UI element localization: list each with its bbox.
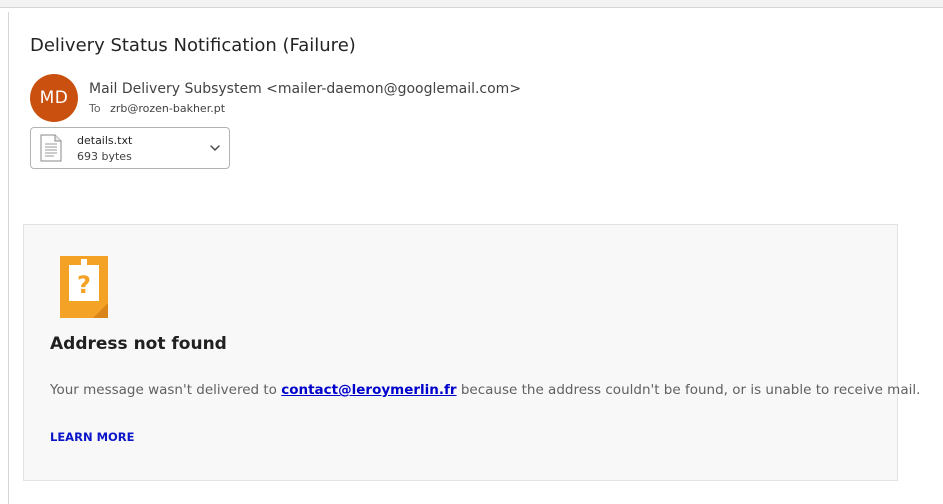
attachment-card[interactable]: details.txt 693 bytes [30, 127, 230, 169]
bounce-heading: Address not found [50, 334, 227, 354]
message-suffix: because the address couldn't be found, o… [456, 382, 921, 398]
text-file-icon [40, 134, 62, 162]
failed-address-link[interactable]: contact@leroymerlin.fr [281, 382, 456, 398]
recipient-address[interactable]: zrb@rozen-bakher.pt [110, 102, 225, 115]
message-prefix: Your message wasn't delivered to [50, 382, 282, 398]
top-toolbar-edge [0, 0, 943, 8]
sender-name[interactable]: Mail Delivery Subsystem <mailer-daemon@g… [89, 81, 521, 97]
chevron-down-icon[interactable] [209, 142, 221, 154]
question-warning-icon: ? [60, 256, 108, 318]
recipient-line: To zrb@rozen-bakher.pt [89, 102, 225, 115]
svg-text:?: ? [77, 271, 91, 299]
attachment-name: details.txt [77, 134, 133, 147]
sender-avatar[interactable]: MD [30, 74, 78, 122]
bounce-notice-card: ? Address not found Your message wasn't … [23, 224, 920, 481]
reading-pane-divider [8, 12, 9, 504]
bounce-message: Your message wasn't delivered to contact… [50, 382, 920, 398]
learn-more-link[interactable]: LEARN MORE [50, 430, 135, 444]
to-label: To [89, 102, 101, 115]
attachment-size: 693 bytes [77, 150, 132, 163]
email-subject: Delivery Status Notification (Failure) [30, 35, 356, 56]
